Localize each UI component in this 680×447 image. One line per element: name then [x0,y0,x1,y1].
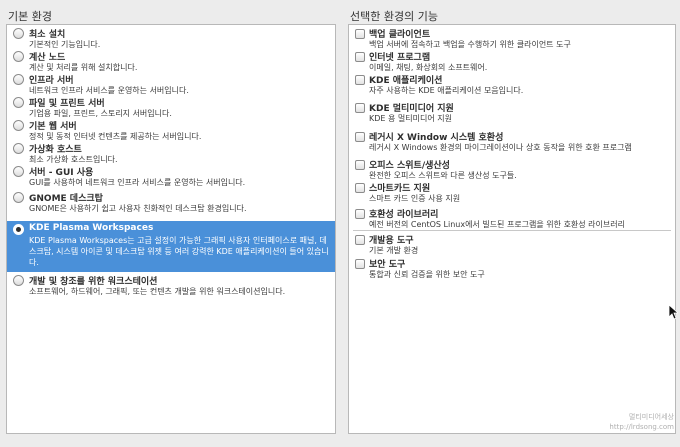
env-option-description: GUI를 사용하여 네트워크 인프라 서비스를 운영하는 서버입니다. [29,178,246,187]
addon-option-description: 통합과 신뢰 검증을 위한 보안 도구 [369,270,485,279]
radio-button[interactable] [13,28,24,39]
env-option[interactable]: 인프라 서버 네트워크 인프라 서비스를 운영하는 서버입니다. [7,71,335,95]
env-option[interactable]: 개발 및 창조를 위한 워크스테이션 소프트웨어, 하드웨어, 그래픽, 또는 컨… [7,272,335,302]
addon-option[interactable]: 인터넷 프로그램 이메일, 채팅, 화상회의 소프트웨어. [349,48,675,72]
addon-option[interactable]: 백업 클라이언트 백업 서버에 접속하고 백업을 수행하기 위한 클라이언트 도구 [349,25,675,49]
env-option[interactable]: 서버 - GUI 사용 GUI를 사용하여 네트워크 인프라 서비스를 운영하는 … [7,163,335,189]
addon-option-description: KDE 용 멀티미디어 지원 [369,114,452,123]
checkbox[interactable] [355,132,365,142]
watermark-line1: 멀티미디어세상 [628,413,674,421]
env-option[interactable]: KDE Plasma Workspaces KDE Plasma Workspac… [7,221,335,272]
addon-option-description: 스마트 카드 인증 사용 지원 [369,194,461,203]
env-option-description: GNOME은 사용하기 쉽고 사용자 친화적인 데스크탑 환경입니다. [29,204,247,213]
env-option-title: KDE Plasma Workspaces [29,223,154,233]
radio-button[interactable] [13,192,24,203]
radio-button[interactable] [13,224,24,235]
addon-option[interactable]: 오피스 스위트/생산성 완전한 오피스 스위트와 다른 생산성 도구들. [349,156,675,180]
addon-option[interactable]: 호환성 라이브러리 예전 버전의 CentOS Linux에서 빌드된 프로그램을… [349,205,675,229]
radio-button[interactable] [13,97,24,108]
checkbox[interactable] [355,160,365,170]
radio-button[interactable] [13,120,24,131]
addon-option[interactable]: KDE 애플리케이션 자주 사용하는 KDE 애플리케이션 모음입니다. [349,71,675,95]
radio-button[interactable] [13,166,24,177]
addon-option-description: 자주 사용하는 KDE 애플리케이션 모음입니다. [369,86,524,95]
addons-heading: 선택한 환경의 기능 [350,10,438,23]
addon-option[interactable]: 스마트카드 지원 스마트 카드 인증 사용 지원 [349,179,675,203]
addon-option-description: 예전 버전의 CentOS Linux에서 빌드된 프로그램을 위한 호환성 라… [369,220,625,229]
addon-option[interactable]: 레거시 X Window 시스템 호환성 레거시 X Windows 환경의 마이… [349,128,675,152]
checkbox[interactable] [355,75,365,85]
checkbox[interactable] [355,183,365,193]
addon-option[interactable]: 보안 도구 통합과 신뢰 검증을 위한 보안 도구 [349,255,675,279]
radio-button[interactable] [13,275,24,286]
env-option-description: 소프트웨어, 하드웨어, 그래픽, 또는 컨텐츠 개발을 위한 워크스테이션입니… [29,287,286,296]
addon-option-description: 레거시 X Windows 환경의 마이그레이션이나 상호 동작을 위한 호환 … [369,143,632,152]
checkbox[interactable] [355,259,365,269]
radio-button[interactable] [13,143,24,154]
watermark-line2: http://lrdsong.com [609,423,674,431]
checkbox[interactable] [355,235,365,245]
base-environment-heading: 기본 환경 [8,10,52,23]
addon-option[interactable]: 개발용 도구 기본 개발 환경 [349,231,675,255]
checkbox[interactable] [355,103,365,113]
env-option[interactable]: 최소 설치 기본적인 기능입니다. [7,25,335,49]
env-option-description: KDE Plasma Workspaces는 고급 설정이 가능한 그래픽 사용… [29,236,329,267]
env-option[interactable]: 계산 노드 계산 및 처리를 위해 설치합니다. [7,48,335,72]
mouse-cursor-icon [668,304,678,320]
env-option[interactable]: GNOME 데스크탑 GNOME은 사용하기 쉽고 사용자 친화적인 데스크탑 환… [7,189,335,221]
radio-button[interactable] [13,51,24,62]
radio-button[interactable] [13,74,24,85]
env-option[interactable]: 파일 및 프린트 서버 기업용 파일, 프린트, 스토리지 서버입니다. [7,94,335,118]
watermark: 멀티미디어세상 http://lrdsong.com [598,412,674,432]
addons-list[interactable]: 백업 클라이언트 백업 서버에 접속하고 백업을 수행하기 위한 클라이언트 도구… [348,24,676,434]
radio-dot-icon [16,227,21,232]
addon-option[interactable]: KDE 멀티미디어 지원 KDE 용 멀티미디어 지원 [349,99,675,123]
base-environment-list[interactable]: 최소 설치 기본적인 기능입니다. 계산 노드 계산 및 처리를 위해 설치합니다. 인… [6,24,336,434]
env-option[interactable]: 가상화 호스트 최소 가상화 호스트입니다. [7,140,335,164]
checkbox[interactable] [355,52,365,62]
checkbox[interactable] [355,29,365,39]
env-option[interactable]: 기본 웹 서버 정적 및 동적 인터넷 컨텐츠를 제공하는 서버입니다. [7,117,335,141]
checkbox[interactable] [355,209,365,219]
